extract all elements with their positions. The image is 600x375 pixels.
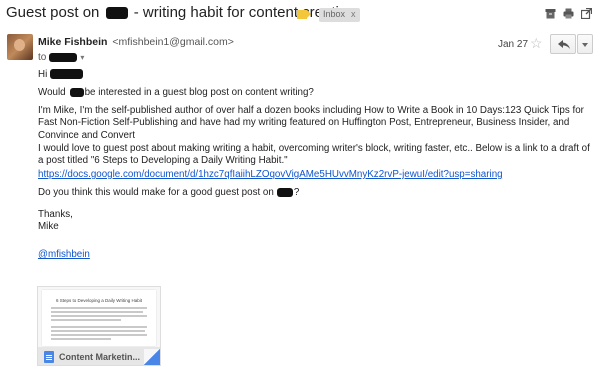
preview-text-line: [51, 307, 147, 309]
attachment-file-name: Content Marketin...: [59, 352, 141, 362]
think-text: Do you think this would make for a good …: [38, 187, 274, 198]
redacted-site-name: [69, 88, 84, 97]
preview-text-line: [51, 319, 121, 321]
signoff-name: Mike: [38, 221, 59, 232]
think-text-end: ?: [293, 187, 300, 198]
greeting-text: Hi: [38, 69, 48, 80]
recipient-line: to ▾: [38, 52, 84, 63]
draft-document-link[interactable]: https://docs.google.com/document/d/1hzc7…: [38, 169, 503, 180]
remove-label-button[interactable]: x: [351, 9, 356, 19]
sender-name[interactable]: Mike Fishbein: [38, 36, 107, 48]
twitter-handle-link[interactable]: @mfishbein: [38, 249, 90, 260]
pitch-paragraph: I would love to guest post about making …: [38, 143, 590, 167]
draft-link-paragraph: https://docs.google.com/document/d/1hzc7…: [38, 169, 593, 181]
question-paragraph: Would be interested in a guest blog post …: [38, 87, 593, 99]
show-details-chevron-icon[interactable]: ▾: [80, 53, 84, 62]
subject-prefix: Guest post on: [6, 4, 100, 21]
sender-info: Mike Fishbein <mfishbein1@gmail.com>: [38, 36, 234, 48]
document-preview: 6 Steps to Developing a Daily Writing Ha…: [42, 290, 156, 346]
redacted-recipient-name: [105, 7, 128, 19]
top-action-icons: [545, 8, 592, 19]
preview-text-line: [51, 315, 147, 317]
redacted-site-name: [276, 188, 293, 197]
twitter-handle-paragraph: @mfishbein: [38, 249, 593, 261]
attachment-name-bar: Content Marketin...: [38, 347, 160, 365]
print-icon[interactable]: [563, 8, 574, 19]
preview-doc-title: 6 Steps to Developing a Daily Writing Ha…: [56, 298, 142, 303]
preview-text-line: [51, 338, 111, 340]
thanks-line: Thanks,: [38, 209, 73, 220]
would-text: Would: [38, 87, 66, 98]
email-date: Jan 27: [498, 39, 529, 50]
reply-icon: [558, 40, 570, 49]
preview-text-line: [51, 326, 147, 328]
page-fold-icon: [144, 349, 160, 365]
preview-text-line: [51, 330, 145, 332]
reply-button[interactable]: [550, 34, 576, 54]
star-icon[interactable]: ☆: [530, 35, 543, 52]
important-label-icon[interactable]: [297, 10, 311, 19]
more-actions-button[interactable]: [577, 34, 593, 54]
would-text-rest: be interested in a guest blog post on co…: [84, 87, 314, 98]
sender-avatar[interactable]: [7, 34, 33, 60]
google-docs-icon: [44, 351, 54, 363]
inbox-label-chip[interactable]: Inbox x: [319, 8, 360, 22]
preview-text-line: [51, 334, 147, 336]
greeting-line: Hi: [38, 69, 593, 81]
intro-paragraph: I'm Mike, I'm the self-published author …: [38, 105, 584, 141]
sender-email: <mfishbein1@gmail.com>: [112, 36, 234, 48]
redacted-recipient-name: [50, 69, 84, 79]
redacted-recipient: [49, 53, 78, 62]
to-prefix: to: [38, 52, 47, 63]
subject-bar: Guest post on - writing habit for conten…: [0, 0, 600, 32]
open-in-new-window-icon[interactable]: [581, 8, 592, 19]
attachment-card[interactable]: 6 Steps to Developing a Daily Writing Ha…: [37, 286, 161, 366]
archive-icon[interactable]: [545, 8, 556, 19]
closing-question: Do you think this would make for a good …: [38, 187, 593, 199]
inbox-chip-label: Inbox: [323, 9, 346, 19]
preview-text-line: [51, 311, 143, 313]
